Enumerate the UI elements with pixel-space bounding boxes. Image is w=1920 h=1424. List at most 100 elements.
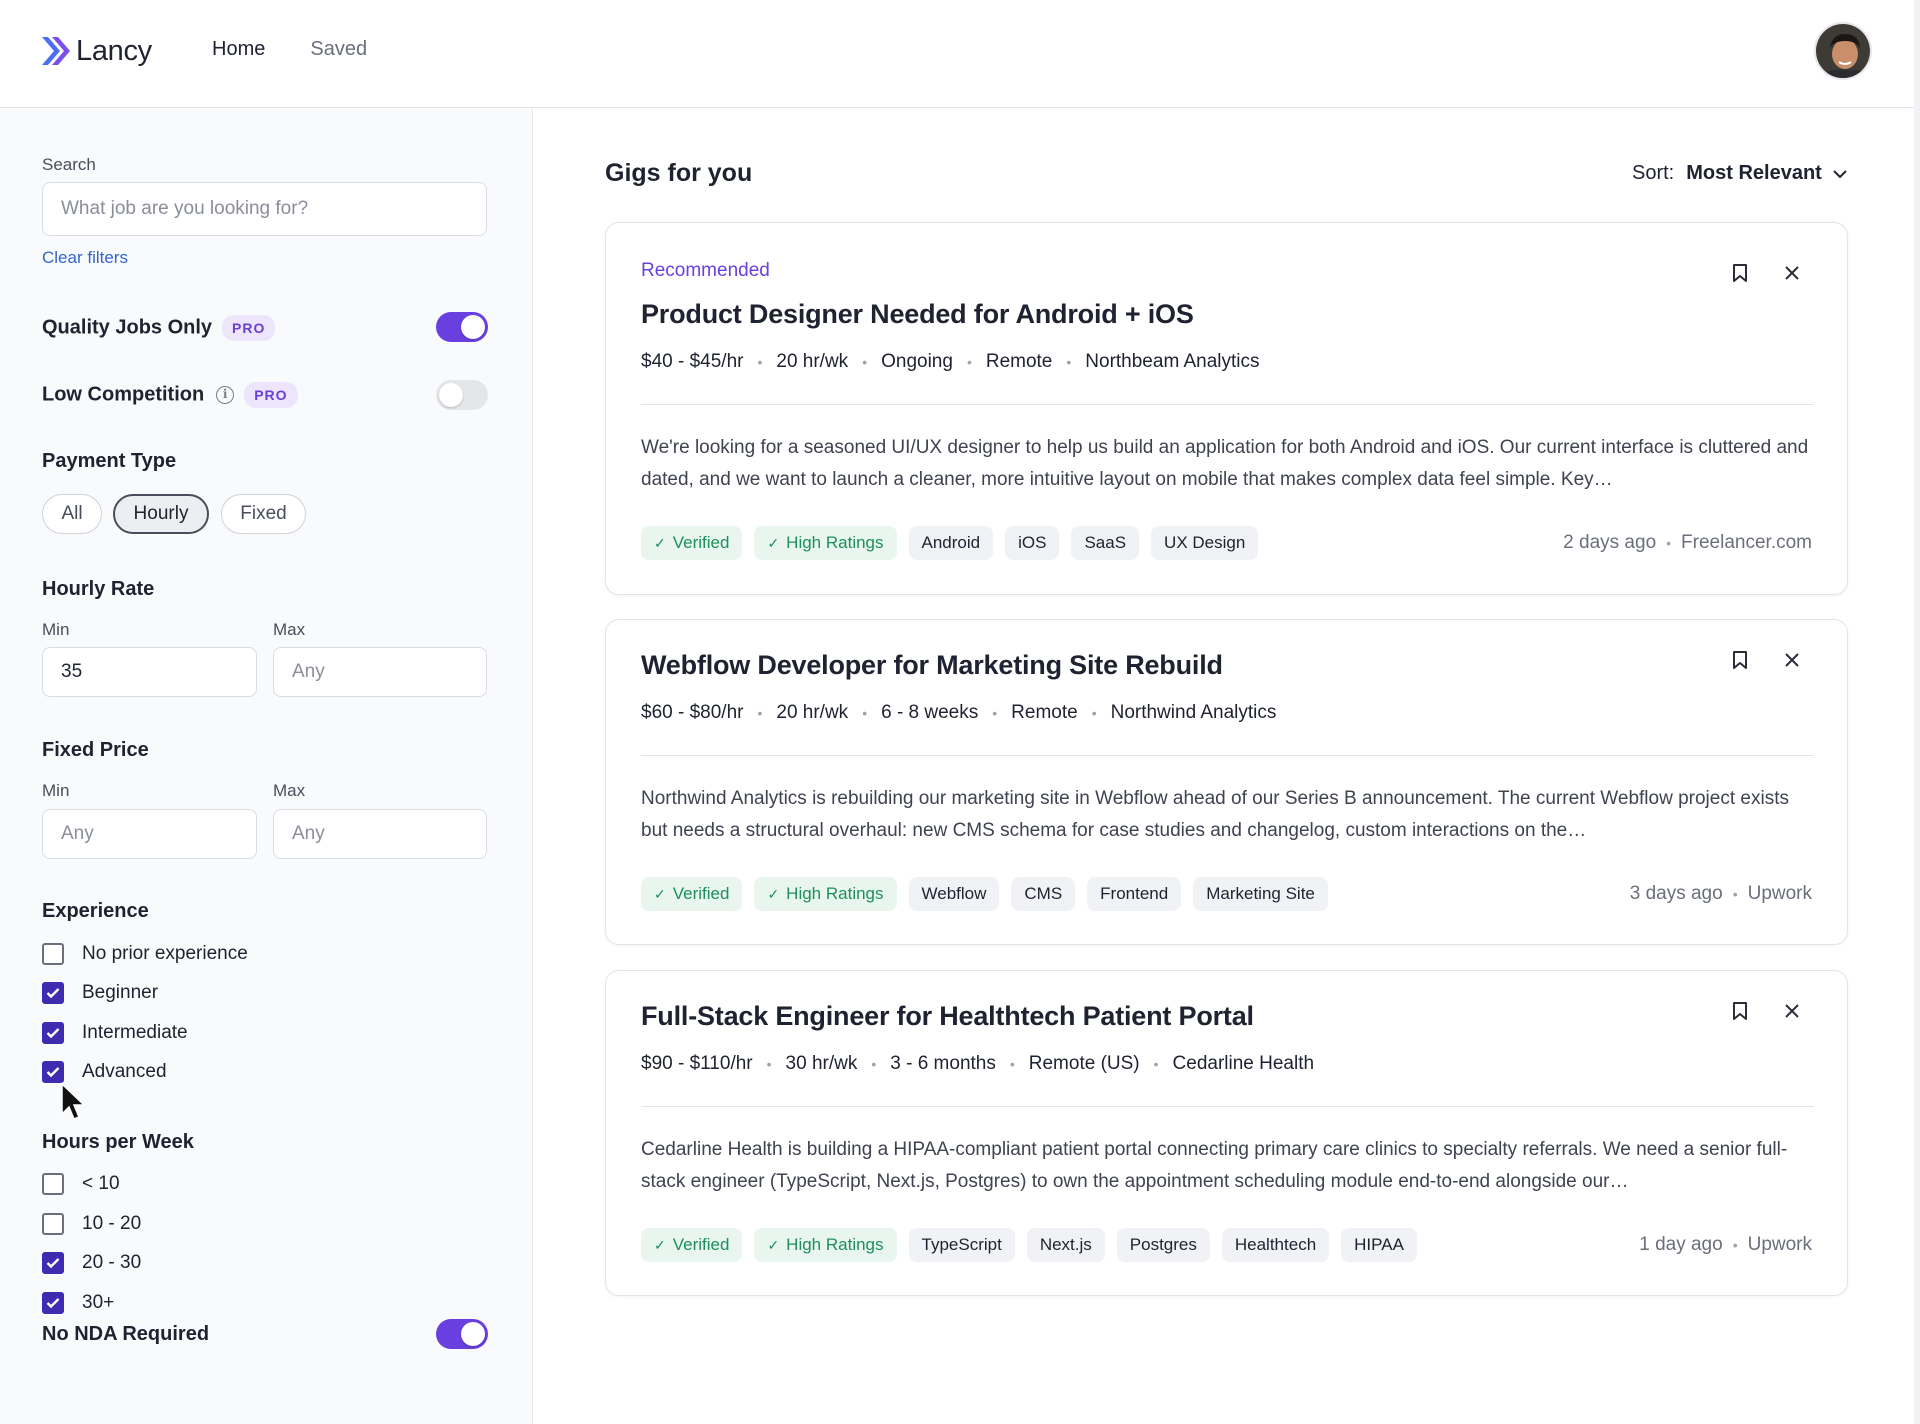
gig-source[interactable]: Upwork [1748,1234,1812,1256]
skill-tag[interactable]: UX Design [1151,526,1259,560]
quality-jobs-toggle[interactable] [436,312,488,342]
checkbox[interactable] [42,943,64,965]
checkmark-icon [46,1298,60,1309]
fixed-max-input[interactable]: Any [273,809,487,859]
low-competition-toggle[interactable] [436,380,488,410]
gig-description: Northwind Analytics is rebuilding our ma… [641,788,1789,841]
gig-source[interactable]: Upwork [1748,883,1812,905]
bookmark-icon[interactable] [1726,646,1754,674]
experience-option[interactable]: Beginner [42,982,158,1004]
checkmark-icon [46,1028,60,1039]
gig-card[interactable]: Recommended Product Designer Needed for A… [605,222,1848,595]
gig-title[interactable]: Webflow Developer for Marketing Site Reb… [641,650,1223,681]
gig-card[interactable]: Webflow Developer for Marketing Site Reb… [605,619,1848,945]
separator-dot: • [1091,705,1097,721]
skill-tag[interactable]: iOS [1005,526,1060,560]
checkmark-icon [46,1067,60,1078]
payment-all-pill[interactable]: All [42,494,102,534]
search-input[interactable]: What job are you looking for? [42,182,487,236]
gig-card[interactable]: Full-Stack Engineer for Healthtech Patie… [605,970,1848,1296]
gig-meta-item: 6 - 8 weeks [881,702,979,723]
card-divider [641,404,1814,405]
bookmark-icon[interactable] [1726,259,1754,287]
hours-option[interactable]: 30+ [42,1292,114,1314]
skill-tag[interactable]: Next.js [1026,1228,1105,1262]
recommended-label: Recommended [641,260,770,281]
hours-option-label: 20 - 30 [82,1252,142,1273]
gig-meta-item: 20 hr/wk [776,702,849,723]
separator-dot: • [757,705,763,721]
gig-title[interactable]: Full-Stack Engineer for Healthtech Patie… [641,1001,1254,1032]
skill-tag[interactable]: CMS [1011,877,1076,911]
check-icon: ✓ [767,1236,780,1253]
payment-hourly-pill[interactable]: Hourly [113,494,209,534]
close-icon[interactable] [1778,997,1806,1025]
clear-filters-link[interactable]: Clear filters [42,248,128,268]
bookmark-icon[interactable] [1726,997,1754,1025]
sort-dropdown[interactable]: Sort: Most Relevant [1632,162,1848,185]
skill-tag[interactable]: Android [908,526,994,560]
separator-dot: • [966,354,972,370]
close-icon[interactable] [1778,259,1806,287]
experience-option[interactable]: Advanced [42,1061,167,1083]
hourly-max-input[interactable]: Any [273,647,487,697]
gig-title[interactable]: Product Designer Needed for Android + iO… [641,299,1194,330]
checkbox[interactable] [42,1022,64,1044]
skill-tag[interactable]: TypeScript [908,1228,1015,1262]
experience-option-label: Intermediate [82,1022,188,1043]
gig-meta-item: $90 - $110/hr [641,1053,753,1074]
checkbox[interactable] [42,1292,64,1314]
info-icon[interactable]: i [216,386,235,404]
skill-tag[interactable]: Marketing Site [1193,877,1328,911]
separator-dot: • [992,705,998,721]
checkbox[interactable] [42,982,64,1004]
hours-option-label: < 10 [82,1173,120,1194]
experience-option[interactable]: No prior experience [42,943,248,965]
separator-dot: • [766,1056,772,1072]
skill-tag[interactable]: Healthtech [1221,1228,1330,1262]
gig-meta-item: Remote [985,351,1053,372]
gig-meta-item: Ongoing [881,351,953,372]
nav-home[interactable]: Home [212,38,265,61]
hours-option[interactable]: 10 - 20 [42,1213,141,1235]
close-icon[interactable] [1778,646,1806,674]
checkmark-icon [46,1258,60,1269]
skill-tag[interactable]: Postgres [1116,1228,1210,1262]
verified-badge: ✓ Verified [641,1228,743,1262]
check-icon: ✓ [654,1236,666,1253]
card-divider [641,1106,1814,1107]
scrollbar[interactable] [1914,0,1920,1424]
fixed-price-label: Fixed Price [42,739,149,761]
badge-label: High Ratings [786,533,884,552]
gig-meta: $60 - $80/hr • 20 hr/wk • 6 - 8 weeks • Remote… [641,702,1276,724]
experience-option[interactable]: Intermediate [42,1022,188,1044]
checkbox[interactable] [42,1173,64,1195]
sort-label: Sort: [1632,162,1675,184]
skill-tag[interactable]: Webflow [908,877,1000,911]
logo[interactable]: Lancy [40,34,152,68]
gig-tags: ✓ Verified ✓ High Ratings TypeScript Next.js P… [641,1228,1417,1262]
payment-fixed-pill[interactable]: Fixed [221,494,306,534]
hours-option[interactable]: 20 - 30 [42,1252,141,1274]
badge-label: High Ratings [786,1235,884,1254]
skill-tag[interactable]: HIPAA [1341,1228,1417,1262]
gig-source[interactable]: Freelancer.com [1681,532,1812,554]
hours-option[interactable]: < 10 [42,1173,120,1195]
verified-badge: ✓ Verified [641,526,743,560]
checkbox[interactable] [42,1213,64,1235]
gig-meta-item: $60 - $80/hr [641,702,744,723]
skill-tag[interactable]: Frontend [1087,877,1182,911]
checkbox[interactable] [42,1252,64,1274]
hourly-max-label: Max [273,620,306,639]
skill-tag[interactable]: SaaS [1071,526,1140,560]
fixed-min-input[interactable]: Any [42,809,257,859]
nav-saved[interactable]: Saved [310,38,367,61]
separator-dot: • [862,705,868,721]
no-nda-toggle[interactable] [436,1319,488,1349]
pro-badge: PRO [222,315,276,341]
check-icon: ✓ [767,885,780,902]
gig-tags: ✓ Verified ✓ High Ratings Webflow CMS Frontend… [641,877,1328,911]
avatar[interactable] [1814,22,1872,80]
hourly-min-input[interactable]: 35 [42,647,257,697]
checkbox[interactable] [42,1061,64,1083]
